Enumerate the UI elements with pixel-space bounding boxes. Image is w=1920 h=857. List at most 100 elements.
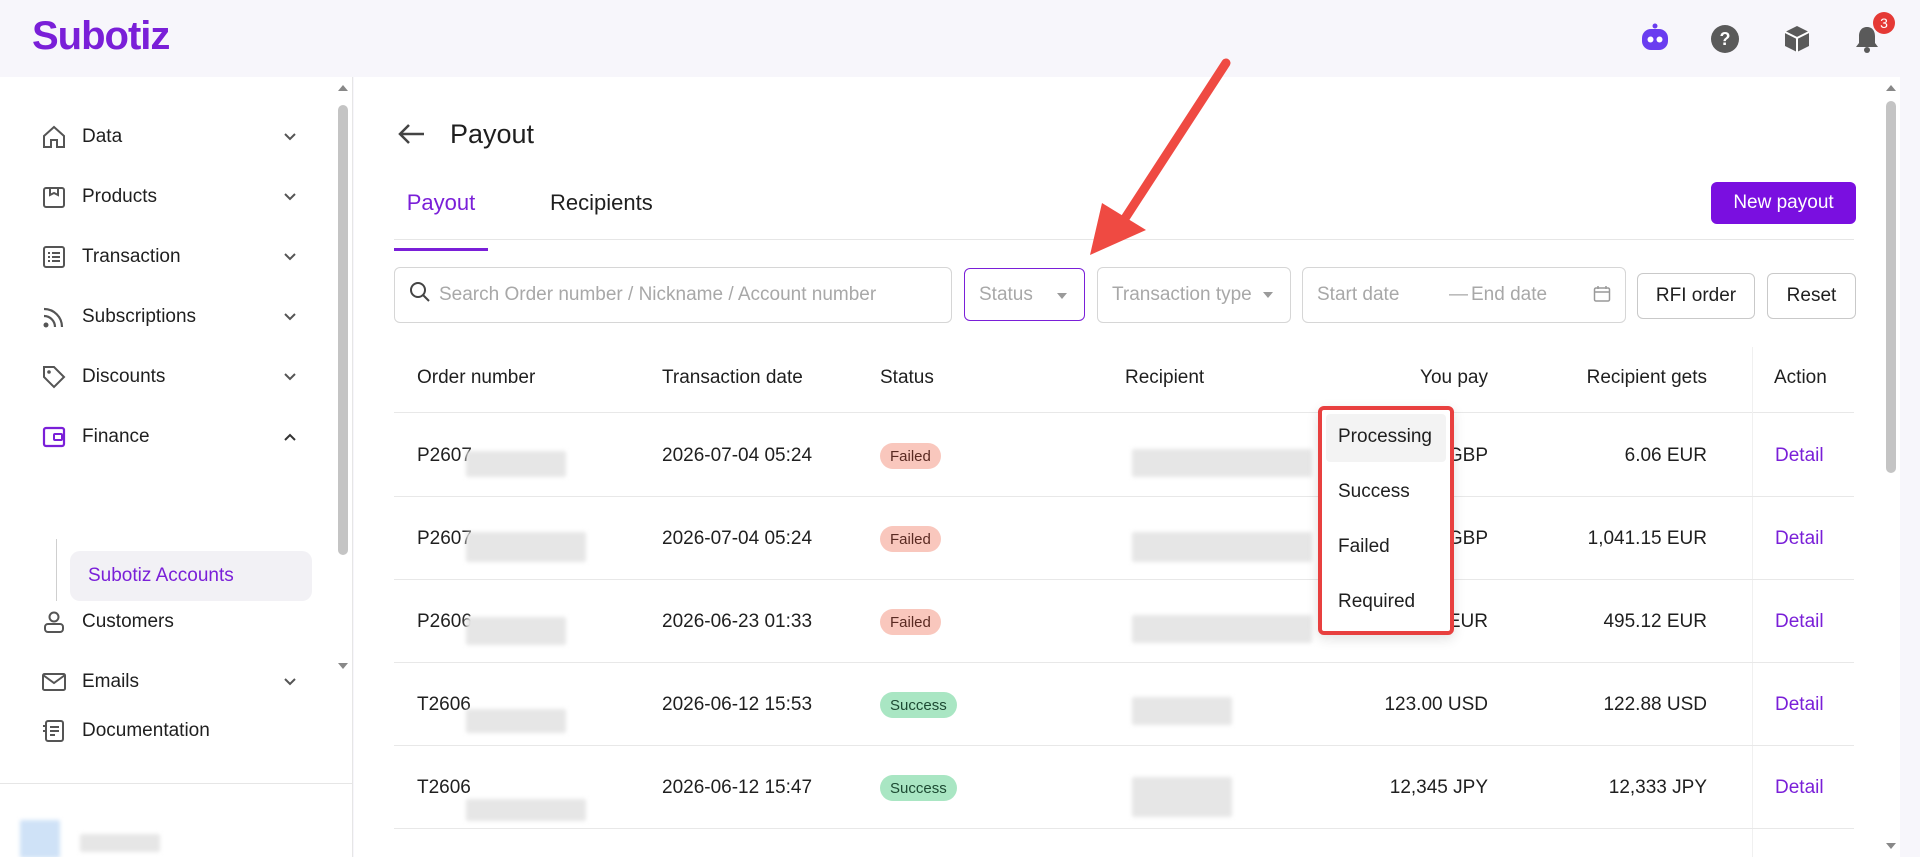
order-number-redacted [466, 617, 566, 645]
search-placeholder: Search Order number / Nickname / Account… [439, 284, 877, 305]
sidebar-item-label: Discounts [82, 366, 166, 387]
recipient-redacted [1132, 777, 1232, 817]
you-pay: 123.00 USD [1384, 694, 1488, 715]
sidebar-item-label: Data [82, 126, 123, 147]
box-icon[interactable] [1780, 22, 1814, 56]
account-footer[interactable] [0, 783, 353, 857]
recipient-gets: 122.88 USD [1603, 694, 1707, 715]
sidebar-scroll-thumb[interactable] [338, 105, 348, 555]
main-scroll-thumb[interactable] [1886, 101, 1896, 473]
row-divider [394, 662, 1854, 663]
sidebar-item-label: Transaction [82, 246, 181, 267]
sidebar-item-discounts[interactable]: Discounts [40, 357, 300, 397]
order-number: P2607 [417, 528, 472, 549]
chevron-down-icon [284, 133, 296, 141]
status-placeholder: Status [979, 283, 1033, 305]
date-range-picker[interactable]: Start date — End date [1302, 267, 1626, 323]
detail-link[interactable]: Detail [1775, 777, 1824, 799]
detail-link[interactable]: Detail [1775, 611, 1824, 633]
document-icon [40, 717, 68, 745]
assistant-bot-icon[interactable] [1638, 22, 1672, 56]
chevron-down-icon [284, 253, 296, 261]
recipient-redacted [1132, 697, 1232, 725]
status-badge: Success [880, 775, 957, 801]
app-logo[interactable]: Subotiz [32, 14, 170, 59]
tab-payout[interactable]: Payout [394, 187, 488, 251]
transaction-date: 2026-06-23 01:33 [662, 611, 813, 632]
row-divider [394, 745, 1854, 746]
sidebar-item-data[interactable]: Data [40, 117, 300, 157]
row-divider [394, 496, 1854, 497]
rfi-order-button[interactable]: RFI order [1637, 273, 1755, 319]
rss-icon [40, 303, 68, 331]
tab-recipients[interactable]: Recipients [550, 187, 653, 216]
sidebar-item-label: Documentation [82, 720, 210, 741]
sidebar-item-finance[interactable]: Finance [40, 417, 300, 457]
chevron-down-icon [284, 313, 296, 321]
scroll-down-icon[interactable] [1882, 839, 1900, 853]
status-badge: Failed [880, 609, 941, 635]
recipient-gets: 6.06 EUR [1624, 445, 1707, 466]
order-number-redacted [466, 799, 586, 821]
status-select[interactable]: Status [964, 268, 1085, 321]
detail-link[interactable]: Detail [1775, 445, 1824, 467]
top-bar: Subotiz ? 3 [0, 0, 1920, 77]
wallet-icon [40, 423, 68, 451]
end-date-input[interactable]: End date [1471, 284, 1547, 306]
col-order-number: Order number [417, 367, 536, 388]
scroll-down-icon[interactable] [334, 659, 352, 673]
row-divider [394, 579, 1854, 580]
transaction-date: 2026-06-12 15:47 [662, 777, 813, 798]
recipient-redacted [1132, 449, 1312, 477]
detail-link[interactable]: Detail [1775, 528, 1824, 550]
chevron-down-icon [284, 193, 296, 201]
back-arrow-icon[interactable] [394, 117, 428, 151]
chevron-down-icon [284, 373, 296, 381]
transaction-date: 2026-06-12 15:53 [662, 694, 813, 715]
reset-button[interactable]: Reset [1767, 273, 1856, 319]
you-pay: 12,345 JPY [1389, 777, 1488, 798]
help-icon[interactable]: ? [1708, 22, 1742, 56]
recipient-gets: 495.12 EUR [1603, 611, 1707, 632]
start-date-input[interactable]: Start date [1317, 284, 1399, 306]
scroll-up-icon[interactable] [1882, 81, 1900, 95]
avatar[interactable] [20, 820, 60, 857]
sidebar-item-label: Finance [82, 426, 150, 447]
order-number-redacted [466, 709, 566, 733]
order-number-redacted [466, 532, 586, 562]
caret-down-icon [1263, 292, 1273, 298]
col-you-pay: You pay [1420, 367, 1488, 388]
sidebar-item-label: Products [82, 186, 157, 207]
status-option-success[interactable]: Success [1338, 481, 1410, 503]
notification-badge: 3 [1873, 12, 1895, 34]
sidebar-subitem-subotiz-accounts[interactable]: Subotiz Accounts [70, 551, 312, 601]
sidebar-item-documentation[interactable]: Documentation [40, 711, 300, 751]
status-badge: Failed [880, 443, 941, 469]
new-payout-button[interactable]: New payout [1711, 182, 1856, 224]
col-recipient: Recipient [1125, 367, 1205, 388]
search-input[interactable]: Search Order number / Nickname / Account… [394, 267, 952, 323]
sidebar-item-label: Subscriptions [82, 306, 197, 327]
row-divider [394, 412, 1854, 413]
status-option-processing[interactable]: Processing [1338, 426, 1432, 448]
sidebar-item-transaction[interactable]: Transaction [40, 237, 300, 277]
detail-link[interactable]: Detail [1775, 694, 1824, 716]
transaction-date: 2026-07-04 05:24 [662, 445, 813, 466]
sidebar-item-subscriptions[interactable]: Subscriptions [40, 297, 300, 337]
account-name-redacted [80, 834, 160, 852]
sidebar-item-customers[interactable]: Customers [40, 602, 300, 642]
order-number: T2606 [417, 694, 471, 715]
status-badge: Failed [880, 526, 941, 552]
status-option-required[interactable]: Required [1338, 591, 1415, 613]
page-title: Payout [450, 119, 535, 149]
order-number: P2607 [417, 445, 472, 466]
transaction-type-select[interactable]: Transaction type [1097, 267, 1291, 323]
scroll-up-icon[interactable] [334, 81, 352, 95]
sidebar-item-products[interactable]: Products [40, 177, 300, 217]
col-status: Status [880, 367, 934, 388]
sidebar-item-emails[interactable]: Emails [40, 662, 300, 702]
status-option-failed[interactable]: Failed [1338, 536, 1390, 558]
date-separator: — [1449, 284, 1468, 305]
mail-icon [40, 668, 68, 696]
home-icon [40, 123, 68, 151]
